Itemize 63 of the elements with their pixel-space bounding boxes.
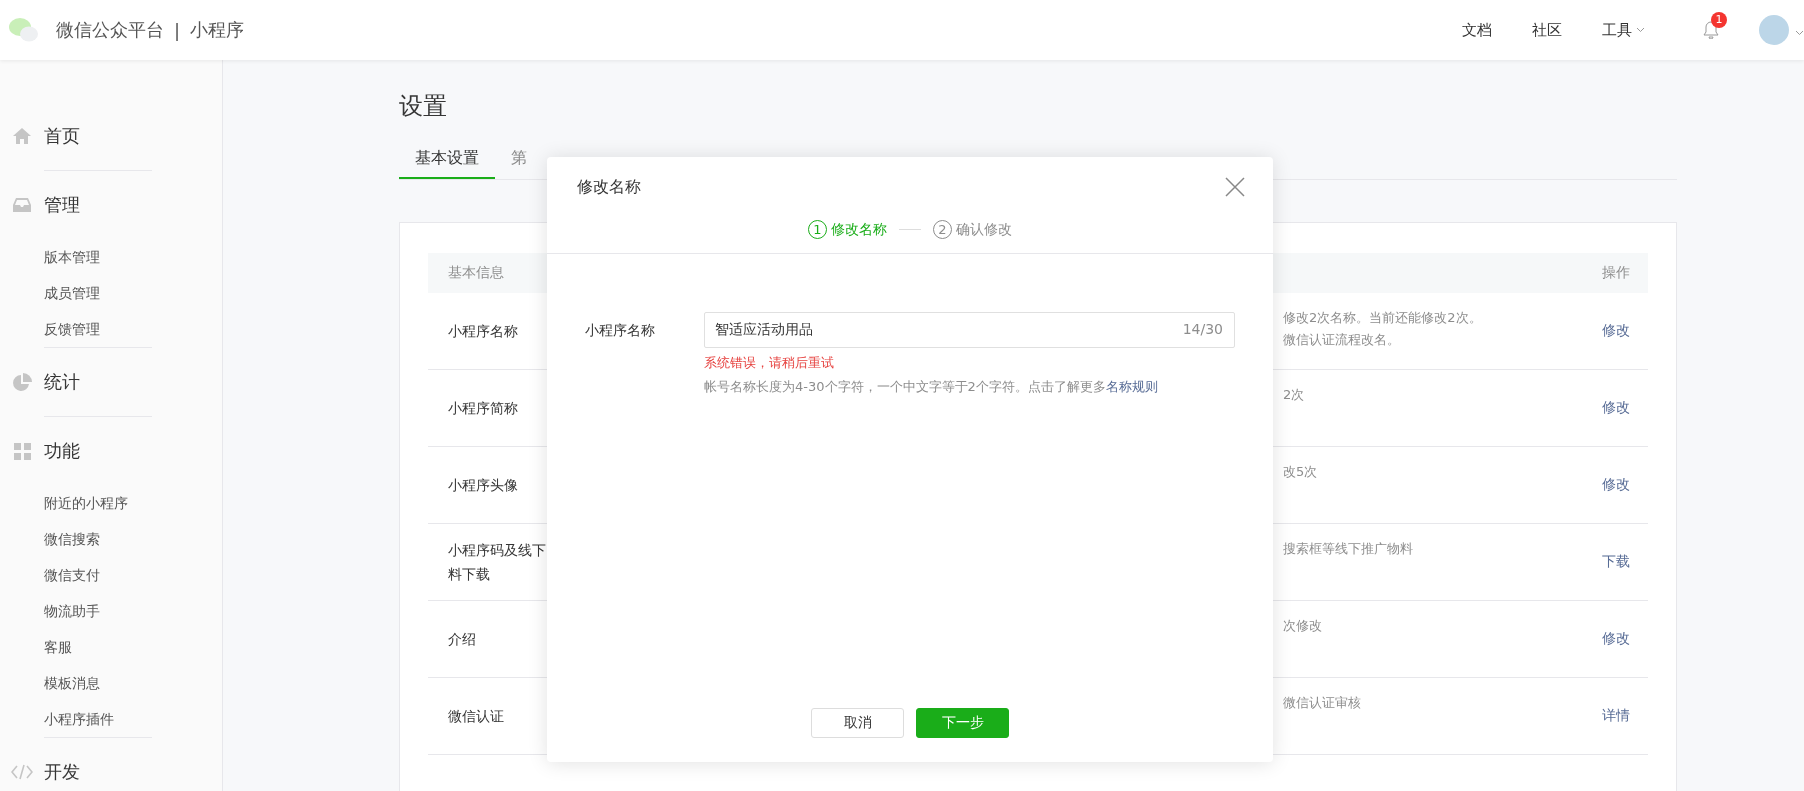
row-description: 2次 (1283, 386, 1306, 404)
row-action-link[interactable]: 修改 (1568, 399, 1648, 417)
row-description: 修改2次名称。当前还能修改2次。 微信认证流程改名。 (1283, 309, 1483, 349)
nav-link[interactable]: 社区 (1532, 20, 1562, 40)
nav-link[interactable]: 工具 (1602, 20, 1645, 40)
brand-title: 微信公众平台 (56, 18, 164, 42)
home-icon (12, 127, 32, 145)
sidebar-item[interactable]: 模板消息 (0, 665, 222, 701)
row-label: 小程序头像 (448, 476, 518, 495)
caret-icon (1795, 29, 1804, 36)
row-action-link[interactable]: 修改 (1568, 476, 1648, 494)
sidebar-item[interactable]: 物流助手 (0, 593, 222, 629)
column-header: 操作 (1601, 264, 1631, 282)
row-label: 小程序码及线下 料下载 (448, 541, 546, 584)
row-description: 微信认证审核 (1283, 694, 1362, 712)
row-label: 介绍 (448, 630, 476, 649)
product-title: 小程序 (190, 18, 245, 42)
nav-link[interactable]: 文档 (1462, 20, 1492, 40)
sidebar-group-title[interactable]: 统计 (44, 370, 80, 394)
sidebar-item[interactable]: 版本管理 (0, 239, 222, 275)
close-icon (1225, 177, 1245, 197)
row-action-link[interactable]: 修改 (1568, 322, 1648, 340)
grid-icon (13, 442, 31, 460)
tab[interactable]: 第 (495, 138, 543, 179)
tab[interactable]: 基本设置 (399, 138, 495, 179)
step-label: 修改名称 (831, 220, 887, 239)
bell-icon[interactable] (1703, 21, 1719, 39)
rules-link[interactable]: 名称规则 (1105, 379, 1158, 394)
hint-text: 帐号名称长度为4-30个字符，一个中文字等于2个字符。点击了解更多名称规则 (704, 378, 1159, 396)
row-label: 小程序名称 (448, 322, 518, 341)
dialog-title: 修改名称 (577, 177, 641, 198)
sidebar-item[interactable]: 小程序插件 (0, 701, 222, 737)
sidebar-item[interactable]: 附近的小程序 (0, 485, 222, 521)
row-action-link[interactable]: 下载 (1568, 553, 1648, 571)
row-description: 次修改 (1283, 617, 1323, 635)
page-title: 设置 (399, 91, 448, 122)
inbox-icon (13, 197, 31, 213)
sidebar-item[interactable]: 微信搜索 (0, 521, 222, 557)
row-description: 改5次 (1283, 463, 1319, 481)
pie-chart-icon (12, 372, 32, 392)
row-action-link[interactable]: 详情 (1568, 707, 1648, 725)
sidebar-group-title[interactable]: 管理 (44, 193, 80, 217)
notification-badge: 1 (1711, 12, 1727, 28)
step-label: 确认修改 (956, 220, 1012, 239)
brand-separator: | (174, 19, 181, 41)
column-header: 基本信息 (448, 264, 504, 282)
sidebar-group-title[interactable]: 开发 (44, 760, 80, 784)
sidebar-group-title[interactable]: 功能 (44, 439, 80, 463)
character-counter: 14/30 (1182, 321, 1223, 337)
sidebar-group-title[interactable]: 首页 (44, 124, 80, 148)
error-message: 系统错误，请稍后重试 (704, 354, 835, 372)
code-icon (11, 764, 33, 780)
sidebar-item[interactable]: 反馈管理 (0, 311, 222, 347)
sidebar-item[interactable]: 成员管理 (0, 275, 222, 311)
sidebar-item[interactable]: 客服 (0, 629, 222, 665)
field-label: 小程序名称 (585, 321, 656, 340)
row-description: 搜索框等线下推广物料 (1283, 540, 1414, 558)
sidebar-item[interactable]: 微信支付 (0, 557, 222, 593)
close-button[interactable] (1225, 177, 1245, 197)
row-label: 小程序简称 (448, 399, 518, 418)
row-label: 微信认证 (448, 707, 504, 726)
cancel-button[interactable]: 取消 (811, 708, 904, 738)
row-action-link[interactable]: 修改 (1568, 630, 1648, 648)
